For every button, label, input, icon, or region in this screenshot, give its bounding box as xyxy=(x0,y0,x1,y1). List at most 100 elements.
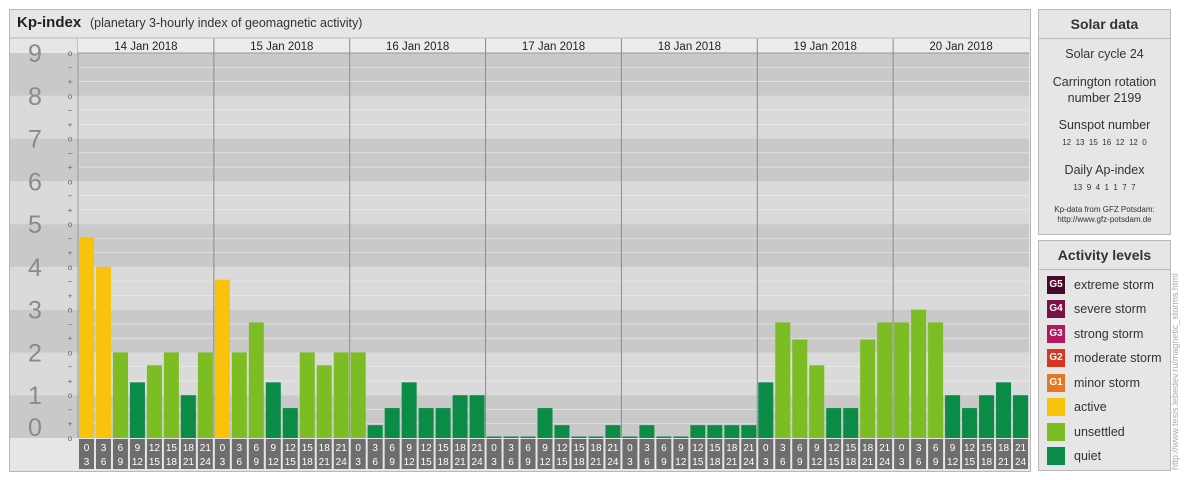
kp-bar xyxy=(180,395,196,438)
hour-end-label: 9 xyxy=(797,457,803,468)
y-subtick-label: o xyxy=(68,263,73,272)
data-source-link[interactable]: http://www.gfz-potsdam.de xyxy=(1039,215,1170,224)
hour-start-label: 21 xyxy=(607,443,619,454)
hour-end-label: 24 xyxy=(1015,457,1027,468)
hour-end-label: 3 xyxy=(899,457,905,468)
day-label: 17 Jan 2018 xyxy=(522,41,585,53)
y-subtick-label: + xyxy=(68,420,73,429)
y-subtick-label: + xyxy=(68,78,73,87)
hour-end-label: 9 xyxy=(933,457,939,468)
hour-start-label: 9 xyxy=(542,443,548,454)
hour-start-label: 3 xyxy=(372,443,378,454)
hour-end-label: 15 xyxy=(285,457,297,468)
kp-bar xyxy=(486,436,502,438)
hour-start-label: 12 xyxy=(964,443,976,454)
kp-bar xyxy=(146,365,162,438)
kp-bar xyxy=(673,436,689,438)
hour-start-label: 0 xyxy=(627,443,633,454)
hour-start-label: 18 xyxy=(455,443,467,454)
hour-start-label: 18 xyxy=(183,443,195,454)
hour-end-label: 6 xyxy=(916,457,922,468)
hour-start-label: 15 xyxy=(573,443,585,454)
kp-bar xyxy=(962,408,978,438)
hour-end-label: 15 xyxy=(964,457,976,468)
legend-swatch xyxy=(1047,423,1065,441)
y-tick-label: 4 xyxy=(28,254,42,282)
y-subtick-label: o xyxy=(68,220,73,229)
kp-bar xyxy=(367,425,383,438)
y-subtick-label: + xyxy=(68,334,73,343)
y-subtick-label: o xyxy=(68,348,73,357)
kp-bar xyxy=(520,436,536,438)
kp-band xyxy=(10,53,1029,96)
hour-start-label: 18 xyxy=(862,443,874,454)
hour-start-label: 15 xyxy=(709,443,721,454)
legend-label: minor storm xyxy=(1074,376,1140,390)
hour-start-label: 21 xyxy=(879,443,891,454)
hour-end-label: 15 xyxy=(421,457,433,468)
hour-start-label: 6 xyxy=(389,443,395,454)
kp-bar xyxy=(928,322,944,438)
legend-label: unsettled xyxy=(1074,425,1125,439)
carrington-rotation-number: number 2199 xyxy=(1067,91,1142,105)
kp-bar xyxy=(724,425,740,438)
hour-end-label: 9 xyxy=(661,457,667,468)
hour-end-label: 24 xyxy=(607,457,619,468)
y-subtick-label: − xyxy=(68,192,73,201)
y-tick-label: 2 xyxy=(28,339,42,367)
day-label: 15 Jan 2018 xyxy=(250,41,313,53)
legend-swatch: G1 xyxy=(1047,374,1065,392)
kp-bar xyxy=(503,436,519,438)
y-subtick-label: − xyxy=(68,363,73,372)
watermark-url: http://www.tesis.lebedev.ru/magnetic_sto… xyxy=(1170,273,1180,470)
hour-start-label: 3 xyxy=(508,443,514,454)
kp-bar xyxy=(588,436,604,438)
hour-start-label: 9 xyxy=(678,443,684,454)
y-subtick-label: o xyxy=(68,135,73,144)
hour-end-label: 3 xyxy=(355,457,361,468)
legend-item-unsettled: unsettled xyxy=(1047,422,1125,442)
kp-bar xyxy=(605,425,621,438)
hour-end-label: 12 xyxy=(947,457,959,468)
y-subtick-label: o xyxy=(68,177,73,186)
kp-band xyxy=(10,95,1029,139)
hour-start-label: 12 xyxy=(421,443,433,454)
kp-bar xyxy=(299,352,315,438)
hour-start-label: 0 xyxy=(899,443,905,454)
hour-start-label: 12 xyxy=(556,443,568,454)
kp-bar xyxy=(265,382,281,438)
hour-end-label: 15 xyxy=(556,457,568,468)
hour-start-label: 9 xyxy=(271,443,277,454)
kp-bar xyxy=(214,279,230,438)
kp-bar xyxy=(809,365,825,438)
legend-swatch: G5 xyxy=(1047,276,1065,294)
kp-bar xyxy=(79,236,94,438)
y-subtick-label: + xyxy=(68,249,73,258)
hour-start-label: 15 xyxy=(981,443,993,454)
hour-start-label: 3 xyxy=(780,443,786,454)
hour-end-label: 15 xyxy=(149,457,161,468)
legend-label: active xyxy=(1074,400,1107,414)
hour-end-label: 6 xyxy=(780,457,786,468)
hour-end-label: 6 xyxy=(644,457,650,468)
hour-start-label: 12 xyxy=(828,443,840,454)
hour-end-label: 21 xyxy=(319,457,331,468)
legend-item-active: active xyxy=(1047,397,1107,417)
kp-bar xyxy=(384,408,400,438)
hour-start-label: 12 xyxy=(285,443,297,454)
hour-end-label: 3 xyxy=(763,457,769,468)
hour-end-label: 12 xyxy=(539,457,551,468)
kp-bar xyxy=(571,436,587,438)
legend-label: severe storm xyxy=(1074,302,1147,316)
kp-band xyxy=(10,352,1029,396)
y-subtick-label: − xyxy=(68,320,73,329)
kp-bar xyxy=(248,322,264,438)
hour-end-label: 9 xyxy=(525,457,531,468)
hour-start-label: 15 xyxy=(166,443,178,454)
hour-end-label: 15 xyxy=(828,457,840,468)
y-subtick-label: − xyxy=(68,277,73,286)
kp-bar xyxy=(656,436,672,438)
kp-bar xyxy=(350,352,366,438)
hour-end-label: 18 xyxy=(573,457,585,468)
day-label: 20 Jan 2018 xyxy=(929,41,992,53)
